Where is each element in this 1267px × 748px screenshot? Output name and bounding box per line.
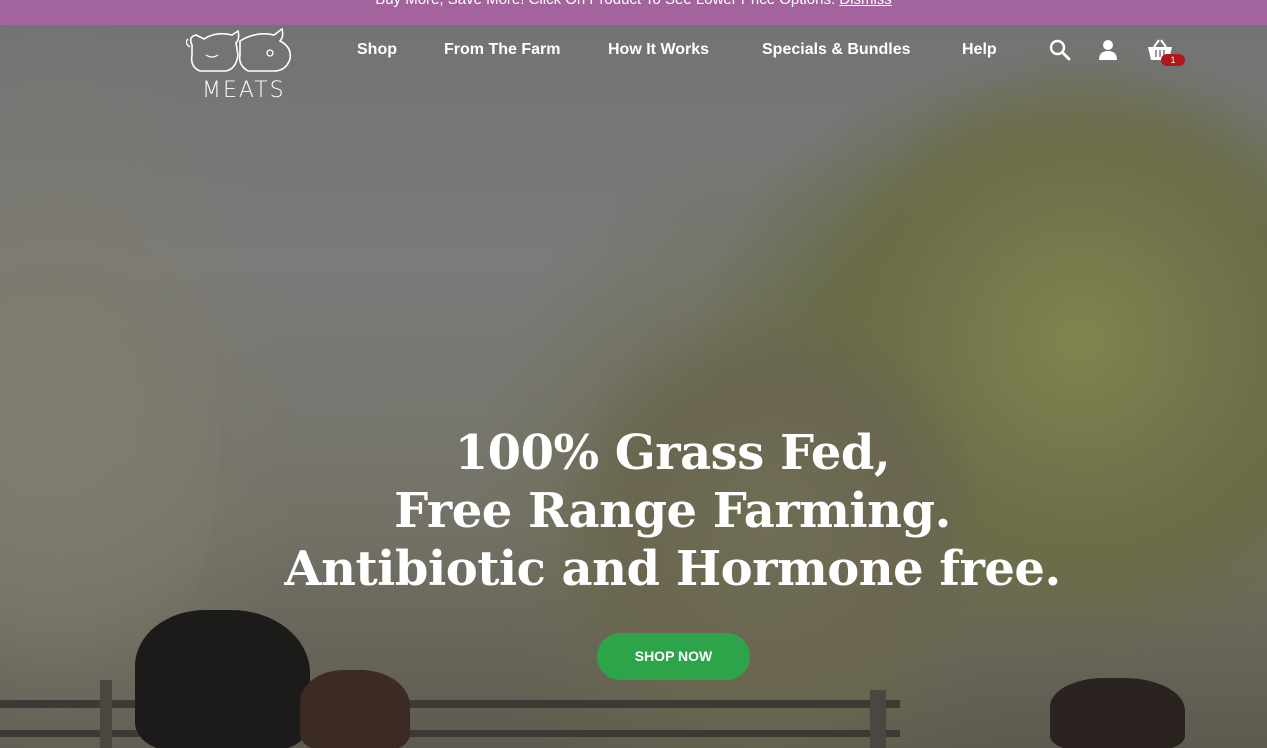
user-icon[interactable] xyxy=(1098,39,1118,61)
fence-rail xyxy=(0,730,900,737)
fence-post xyxy=(100,680,112,748)
nav-item-from-the-farm[interactable]: From The Farm xyxy=(444,38,560,62)
nav-item-shop[interactable]: Shop xyxy=(357,38,397,62)
nav-item-help[interactable]: Help xyxy=(962,38,997,62)
nav-item-how-it-works[interactable]: How It Works xyxy=(608,38,709,62)
hero-headline-line: Antibiotic and Hormone free. xyxy=(284,541,1061,597)
search-icon[interactable] xyxy=(1049,39,1071,61)
cow-right xyxy=(1050,678,1185,748)
fence-post xyxy=(870,690,886,748)
cow-black xyxy=(135,610,310,748)
brand-wordmark[interactable]: MEATS xyxy=(202,78,286,103)
calf-brown xyxy=(300,670,410,748)
promo-banner: Buy More, Save More! Click On Product To… xyxy=(0,0,1267,25)
hero-headline-line: Free Range Farming. xyxy=(394,483,951,539)
nav-item-specials-bundles[interactable]: Specials & Bundles xyxy=(762,38,911,62)
shop-now-button[interactable]: SHOP NOW xyxy=(597,633,750,680)
cart-count-badge: 1 xyxy=(1161,54,1185,66)
hero-headline: 100% Grass Fed, Free Range Farming. Anti… xyxy=(0,424,1267,598)
cow-pig-logo-icon xyxy=(185,27,292,72)
promo-text-row: Buy More, Save More! Click On Product To… xyxy=(0,0,1267,10)
promo-dismiss-link[interactable]: Dismiss xyxy=(839,0,892,8)
hero-headline-line: 100% Grass Fed, xyxy=(454,425,891,481)
promo-message: Buy More, Save More! Click On Product To… xyxy=(375,0,835,8)
